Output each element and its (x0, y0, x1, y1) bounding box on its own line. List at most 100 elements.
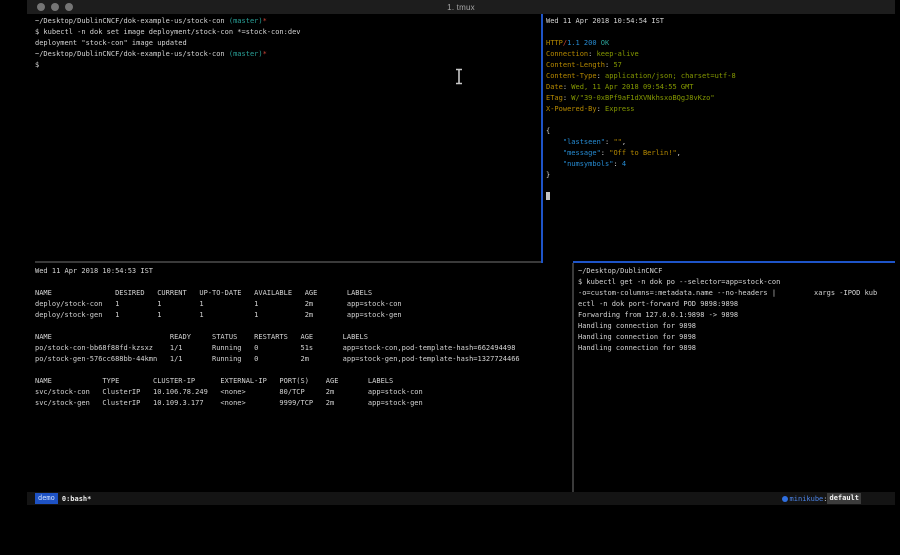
pane-divider-vertical[interactable] (572, 263, 574, 492)
pane-divider-vertical-active[interactable] (541, 14, 543, 263)
terminal-line: NAME READY STATUS RESTARTS AGE LABELS (35, 332, 570, 343)
terminal-text-segment: : (597, 72, 605, 80)
terminal-text-segment: 1.1 200 (567, 39, 601, 47)
terminal-text-segment: Date (546, 83, 563, 91)
terminal-line: deploy/stock-con 1 1 1 1 2m app=stock-co… (35, 299, 570, 310)
terminal-text-segment: * (263, 17, 267, 25)
terminal-text-segment: po/stock-con-bb68f88fd-kzsxz 1/1 Running… (35, 344, 515, 352)
tmux-status-bar: demo 0:bash* minikube : default (27, 492, 895, 505)
terminal-text-segment: } (546, 171, 550, 179)
terminal-text-segment: keep-alive (597, 50, 639, 58)
terminal-line: po/stock-gen-576cc688bb-44kmn 1/1 Runnin… (35, 354, 570, 365)
terminal-text-segment: (master) (229, 50, 263, 58)
terminal-line: deployment "stock-con" image updated (35, 38, 540, 49)
terminal-cursor (546, 192, 550, 200)
terminal-text-segment: Handling connection for 9898 (578, 322, 696, 330)
terminal-text-segment: NAME TYPE CLUSTER-IP EXTERNAL-IP PORT(S)… (35, 377, 393, 385)
terminal-text-segment: : (588, 50, 596, 58)
window-list-item[interactable]: 0:bash* (62, 495, 92, 503)
terminal-text-segment (546, 138, 563, 146)
terminal-text-segment: Handling connection for 9898 (578, 344, 696, 352)
terminal-line (35, 277, 570, 288)
terminal-text-segment: OK (601, 39, 609, 47)
pane-bottom-right-port-forward[interactable]: ~/Desktop/DublinCNCF$ kubectl get -n dok… (578, 266, 893, 490)
terminal-line: Handling connection for 9898 (578, 321, 893, 332)
terminal-line: -o=custom-columns=:metadata.name --no-he… (578, 288, 893, 299)
terminal-text-segment: : (597, 105, 605, 113)
terminal-text-segment: ectl -n dok port-forward POD 9898:9898 (578, 300, 738, 308)
terminal-text-segment: Content-Length (546, 61, 605, 69)
terminal-line (546, 192, 894, 203)
terminal-text-segment: Forwarding from 127.0.0.1:9898 -> 9898 (578, 311, 738, 319)
zoom-button[interactable] (65, 3, 73, 11)
terminal-line: } (546, 170, 894, 181)
terminal-line: { (546, 126, 894, 137)
terminal-line (35, 365, 570, 376)
terminal-text-segment: NAME READY STATUS RESTARTS AGE LABELS (35, 333, 368, 341)
pane-divider-horizontal-active[interactable] (573, 261, 895, 263)
terminal-line: po/stock-con-bb68f88fd-kzsxz 1/1 Running… (35, 343, 570, 354)
terminal-line: "message": "Off to Berlin!", (546, 148, 894, 159)
terminal-text-segment: Wed, 11 Apr 2018 09:54:55 GMT (571, 83, 693, 91)
terminal-line: "numsymbols": 4 (546, 159, 894, 170)
terminal-line: HTTP/1.1 200 OK (546, 38, 894, 49)
terminal-line: svc/stock-gen ClusterIP 10.109.3.177 <no… (35, 398, 570, 409)
terminal-line: svc/stock-con ClusterIP 10.106.78.249 <n… (35, 387, 570, 398)
terminal-text-segment: Connection (546, 50, 588, 58)
terminal-line: ~/Desktop/DublinCNCF/dok-example-us/stoc… (35, 16, 540, 27)
terminal-text-segment: svc/stock-gen ClusterIP 10.109.3.177 <no… (35, 399, 423, 407)
terminal-text-segment: "Off to Berlin!" (609, 149, 676, 157)
kubernetes-helm-icon (782, 496, 788, 502)
terminal-text-segment (546, 149, 563, 157)
terminal-text-segment: "lastseen" (563, 138, 605, 146)
terminal-line: ~/Desktop/DublinCNCF (578, 266, 893, 277)
terminal-line: NAME TYPE CLUSTER-IP EXTERNAL-IP PORT(S)… (35, 376, 570, 387)
terminal-line (35, 321, 570, 332)
titlebar: 1. tmux (27, 0, 895, 14)
terminal-line: ectl -n dok port-forward POD 9898:9898 (578, 299, 893, 310)
terminal-text-segment: application/json; charset=utf-8 (605, 72, 736, 80)
terminal-text-segment: * (263, 50, 267, 58)
terminal-text-segment: $ (35, 61, 39, 69)
pane-top-right-http-response[interactable]: Wed 11 Apr 2018 10:54:54 IST HTTP/1.1 20… (546, 16, 894, 260)
terminal-text-segment: Wed 11 Apr 2018 10:54:53 IST (35, 267, 153, 275)
terminal-line: deploy/stock-gen 1 1 1 1 2m app=stock-ge… (35, 310, 570, 321)
terminal-text-segment: NAME DESIRED CURRENT UP-TO-DATE AVAILABL… (35, 289, 372, 297)
terminal-text-segment: Wed 11 Apr 2018 10:54:54 IST (546, 17, 664, 25)
status-right: minikube : default (782, 493, 861, 504)
pane-top-left-shell[interactable]: ~/Desktop/DublinCNCF/dok-example-us/stoc… (35, 16, 540, 260)
terminal-text-segment: deployment "stock-con" image updated (35, 39, 187, 47)
terminal-line: $ kubectl get -n dok po --selector=app=s… (578, 277, 893, 288)
terminal-line (546, 115, 894, 126)
kube-namespace-name: default (827, 493, 861, 504)
terminal-text-segment (546, 160, 563, 168)
mouse-cursor-ibeam (454, 68, 464, 85)
terminal-text-segment: , (622, 138, 626, 146)
terminal-text-segment: 57 (613, 61, 621, 69)
terminal-line: NAME DESIRED CURRENT UP-TO-DATE AVAILABL… (35, 288, 570, 299)
terminal-text-segment: Content-Type (546, 72, 597, 80)
terminal-line: Content-Length: 57 (546, 60, 894, 71)
traffic-lights (37, 3, 73, 11)
kube-context-name: minikube (790, 495, 824, 503)
terminal-text-segment: : (613, 160, 621, 168)
terminal-text-segment: HTTP (546, 39, 563, 47)
pane-bottom-left-kubectl-get[interactable]: Wed 11 Apr 2018 10:54:53 IST NAME DESIRE… (35, 266, 570, 490)
terminal-text-segment: ETag (546, 94, 563, 102)
terminal-text-segment: svc/stock-con ClusterIP 10.106.78.249 <n… (35, 388, 423, 396)
terminal-text-segment: $ kubectl -n dok set image deployment/st… (35, 28, 301, 36)
pane-divider-horizontal[interactable] (35, 261, 541, 263)
terminal-text-segment: (master) (229, 17, 263, 25)
terminal-line (546, 181, 894, 192)
session-name-badge: demo (35, 493, 58, 504)
window-title: 1. tmux (447, 3, 475, 12)
close-button[interactable] (37, 3, 45, 11)
terminal-line: X-Powered-By: Express (546, 104, 894, 115)
minimize-button[interactable] (51, 3, 59, 11)
terminal-text-segment: ~/Desktop/DublinCNCF/dok-example-us/stoc… (35, 50, 229, 58)
terminal-text-segment: Handling connection for 9898 (578, 333, 696, 341)
terminal-line: Wed 11 Apr 2018 10:54:54 IST (546, 16, 894, 27)
terminal-text-segment: 4 (622, 160, 626, 168)
terminal-text-segment: deploy/stock-gen 1 1 1 1 2m app=stock-ge… (35, 311, 402, 319)
terminal-text-segment: : (601, 149, 609, 157)
